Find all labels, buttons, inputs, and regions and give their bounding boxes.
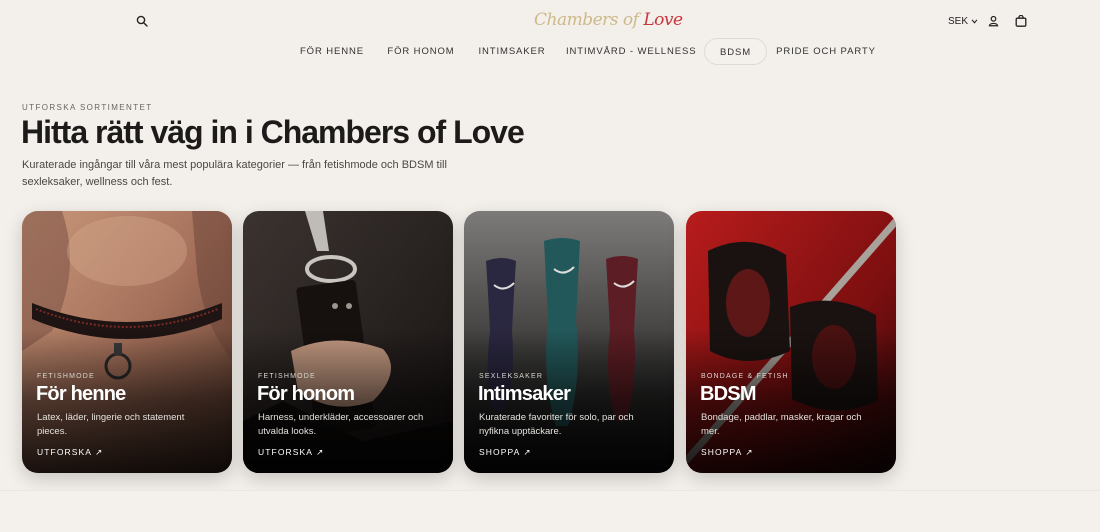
- card-description: Latex, läder, lingerie och statement pie…: [37, 412, 185, 437]
- user-icon[interactable]: [988, 15, 999, 27]
- card-cta-link[interactable]: UTFORSKA ↗: [258, 447, 324, 458]
- nav-item-intimvard-wellness[interactable]: INTIMVÅRD - WELLNESS: [566, 38, 696, 65]
- category-card-for-honom[interactable]: FETISHMODE För honom Harness, underkläde…: [243, 211, 453, 473]
- card-title: Intimsaker: [478, 383, 571, 405]
- card-kicker: BONDAGE & FETISH: [701, 373, 789, 380]
- card-title: För henne: [36, 383, 126, 405]
- category-card-intimsaker[interactable]: SEXLEKSAKER Intimsaker Kuraterade favori…: [464, 211, 674, 473]
- main-nav: FÖR HENNE FÖR HONOM INTIMSAKER INTIMVÅRD…: [0, 38, 1100, 65]
- card-kicker: SEXLEKSAKER: [479, 373, 544, 380]
- nav-item-for-henne[interactable]: FÖR HENNE: [296, 38, 368, 65]
- nav-item-pride-och-party[interactable]: PRIDE OCH PARTY: [776, 38, 876, 65]
- section-lead: Kuraterade ingångar till våra mest popul…: [22, 159, 447, 188]
- logo-text: Chambers of: [534, 10, 644, 30]
- logo-text-accent: Love: [643, 10, 683, 30]
- bag-icon[interactable]: [1015, 15, 1027, 27]
- card-kicker: FETISHMODE: [37, 373, 95, 380]
- next-section-band: [0, 491, 1100, 532]
- card-description: Bondage, paddlar, masker, kragar och mer…: [701, 412, 862, 437]
- category-card-for-henne[interactable]: FETISHMODE För henne Latex, läder, linge…: [22, 211, 232, 473]
- card-title: För honom: [257, 383, 355, 405]
- search-icon[interactable]: [136, 15, 148, 27]
- category-card-bdsm[interactable]: BONDAGE & FETISH BDSM Bondage, paddlar, …: [686, 211, 896, 473]
- card-kicker: FETISHMODE: [258, 373, 316, 380]
- card-description: Kuraterade favoriter för solo, par och n…: [479, 412, 634, 437]
- currency-selector[interactable]: SEK: [948, 16, 978, 27]
- nav-item-for-honom[interactable]: FÖR HONOM: [384, 38, 458, 65]
- page-title: Hitta rätt väg in i Chambers of Love: [21, 114, 525, 150]
- section-eyebrow: UTFORSKA SORTIMENTET: [22, 103, 153, 112]
- currency-label: SEK: [948, 16, 969, 27]
- card-cta-link[interactable]: SHOPPA ↗: [479, 447, 532, 458]
- card-title: BDSM: [700, 383, 756, 405]
- card-cta-link[interactable]: UTFORSKA ↗: [37, 447, 103, 458]
- nav-item-intimsaker[interactable]: INTIMSAKER: [476, 38, 548, 65]
- card-cta-link[interactable]: SHOPPA ↗: [701, 447, 754, 458]
- site-header: Chambers of Love SEK FÖR HENNE FÖR HONOM…: [0, 0, 1100, 70]
- logo[interactable]: Chambers of Love: [534, 10, 683, 30]
- card-description: Harness, underkläder, accessoarer och ut…: [258, 412, 424, 437]
- nav-item-bdsm[interactable]: BDSM: [704, 38, 767, 65]
- chevron-down-icon: [971, 19, 978, 24]
